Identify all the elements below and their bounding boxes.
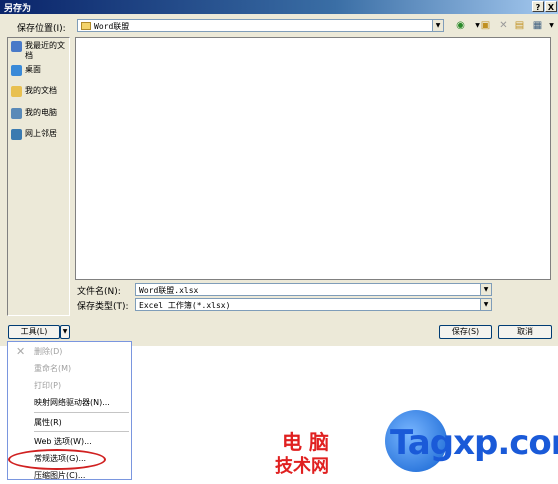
cancel-button[interactable]: 取消 — [498, 325, 552, 339]
filename-label: 文件名(N): — [77, 287, 121, 297]
views-icon[interactable]: ▦ — [530, 19, 545, 33]
chevron-down-icon[interactable]: ▼ — [544, 19, 558, 33]
filename-value: Word联盟.xlsx — [139, 286, 199, 295]
tools-dropdown-arrow[interactable]: ▼ — [60, 325, 70, 339]
filetype-label: 保存类型(T): — [77, 302, 129, 312]
place-network[interactable]: 网上邻居 — [11, 129, 69, 141]
menu-separator — [34, 412, 129, 413]
place-desktop[interactable]: 桌面 — [11, 65, 69, 77]
file-list[interactable] — [75, 37, 551, 280]
place-label: 我最近的文档 — [25, 41, 65, 60]
watermark-line1: 电 脑 — [282, 430, 329, 454]
save-location-dropdown[interactable]: Word联盟 ▼ — [77, 19, 444, 32]
desktop-icon — [11, 65, 22, 76]
menu-item-delete[interactable]: ✕ 删除(D) — [8, 343, 131, 360]
watermark-line2: 技术网 — [275, 456, 329, 477]
chevron-down-icon[interactable]: ▼ — [480, 284, 491, 295]
watermark-logo: Tagxp.com — [390, 423, 558, 463]
back-icon[interactable]: ◉ — [453, 19, 468, 33]
filetype-dropdown[interactable]: Excel 工作簿(*.xlsx) ▼ — [135, 298, 492, 311]
close-button[interactable]: X — [545, 1, 557, 12]
folder-icon — [81, 22, 91, 30]
save-location-value: Word联盟 — [94, 22, 130, 31]
filename-input[interactable]: Word联盟.xlsx ▼ — [135, 283, 492, 296]
my-documents-icon — [11, 86, 22, 97]
place-label: 桌面 — [25, 65, 41, 74]
menu-separator — [34, 431, 129, 432]
new-folder-icon[interactable]: ▤ — [512, 19, 527, 33]
recent-icon — [11, 41, 22, 52]
place-label: 网上邻居 — [25, 129, 57, 138]
chevron-down-icon[interactable]: ▼ — [432, 20, 443, 31]
up-folder-icon[interactable]: ▣ — [478, 19, 493, 33]
menu-item-properties[interactable]: 属性(R) — [8, 414, 131, 431]
save-location-label: 保存位置(I): — [17, 24, 66, 34]
menu-item-web-options[interactable]: Web 选项(W)... — [8, 433, 131, 450]
place-label: 我的文档 — [25, 86, 57, 95]
delete-icon[interactable]: ✕ — [496, 19, 511, 33]
help-button[interactable]: ? — [532, 1, 544, 12]
save-button[interactable]: 保存(S) — [439, 325, 492, 339]
save-as-dialog: 另存为 ? X 保存位置(I): Word联盟 ▼ ◉ ▼ ▣ ✕ ▤ ▦ ▼ … — [0, 0, 558, 346]
chevron-down-icon[interactable]: ▼ — [480, 299, 491, 310]
menu-item-print[interactable]: 打印(P) — [8, 377, 131, 394]
place-recent[interactable]: 我最近的文档 — [11, 41, 69, 61]
filetype-value: Excel 工作簿(*.xlsx) — [139, 301, 231, 310]
menu-item-map-network-drive[interactable]: 映射网络驱动器(N)... — [8, 394, 131, 411]
tools-button[interactable]: 工具(L) — [8, 325, 60, 339]
my-computer-icon — [11, 108, 22, 119]
window-title: 另存为 — [4, 4, 32, 14]
delete-icon: ✕ — [16, 345, 26, 358]
menu-item-rename[interactable]: 重命名(M) — [8, 360, 131, 377]
highlight-ellipse — [8, 449, 106, 470]
place-label: 我的电脑 — [25, 108, 57, 117]
title-bar: 另存为 ? X — [0, 0, 558, 14]
network-icon — [11, 129, 22, 140]
places-bar: 我最近的文档 桌面 我的文档 我的电脑 网上邻居 — [7, 37, 70, 316]
place-my-computer[interactable]: 我的电脑 — [11, 108, 69, 120]
place-my-documents[interactable]: 我的文档 — [11, 86, 69, 98]
